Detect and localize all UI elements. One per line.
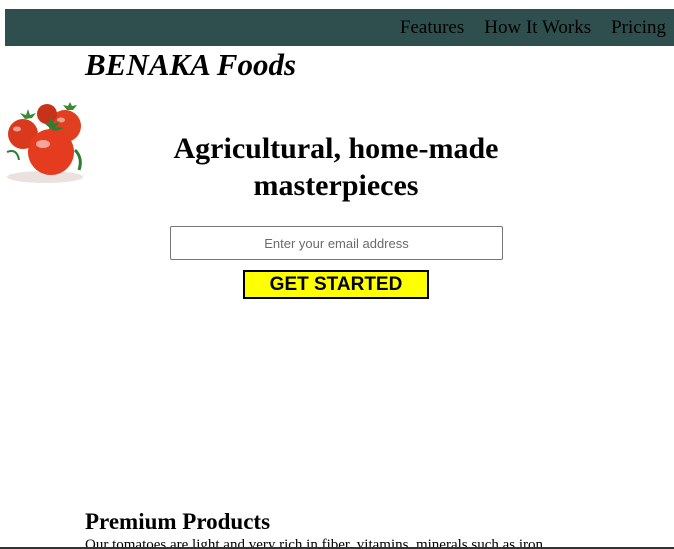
nav-link-features[interactable]: Features (400, 17, 464, 39)
landing-page: Features How It Works Pricing BENAKA Foo… (0, 0, 674, 549)
hero-headline: Agricultural, home-made masterpieces (173, 132, 499, 202)
top-navbar: Features How It Works Pricing (5, 9, 674, 46)
tomato-logo-graphic (5, 102, 85, 183)
tomato-logo-icon (5, 102, 85, 183)
nav-link-pricing[interactable]: Pricing (611, 17, 666, 39)
email-input[interactable] (170, 226, 503, 260)
nav-link-how-it-works[interactable]: How It Works (484, 17, 591, 39)
get-started-button[interactable]: GET STARTED (243, 270, 429, 299)
nav-links: Features How It Works Pricing (400, 9, 666, 46)
features-title: Premium Products (85, 509, 271, 534)
brand-title: BENAKA Foods (85, 47, 297, 82)
